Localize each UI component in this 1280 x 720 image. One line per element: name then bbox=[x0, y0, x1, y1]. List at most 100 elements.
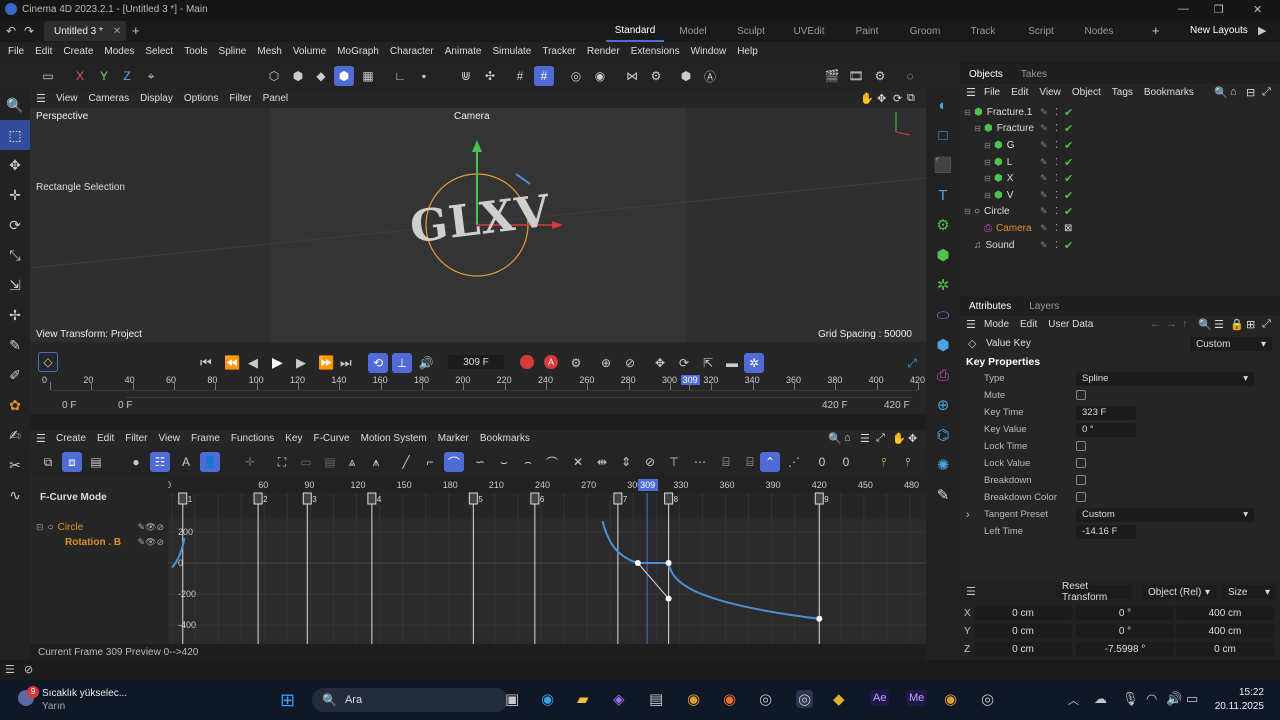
add-layout-icon[interactable]: + bbox=[1152, 23, 1160, 38]
sound-icon[interactable]: 🔊 bbox=[416, 353, 436, 373]
fcurve-menu-item[interactable]: View bbox=[158, 433, 180, 444]
menu-item[interactable]: Volume bbox=[293, 46, 326, 57]
object-row[interactable]: ⎙Camera✎⁚✔⊠ bbox=[960, 220, 1280, 237]
menu-item[interactable]: Edit bbox=[35, 46, 52, 57]
store-icon[interactable]: ▤ bbox=[649, 690, 663, 708]
render-settings-icon[interactable]: ⚙ bbox=[870, 66, 890, 86]
object-row[interactable]: ⊟ ○ Circle ✎ ⁚ ✔ bbox=[960, 204, 1280, 221]
auto-weighting-icon[interactable]: ⌃ bbox=[760, 452, 780, 472]
frame-selected-icon[interactable]: ▭ bbox=[296, 452, 316, 472]
object-row[interactable]: ⊟ ⬢ Fracture.1 ✎ ⁚ ✔ bbox=[960, 104, 1280, 121]
fcurve-graph[interactable]: 0 60 90 120 150 180 210 240 270 300 309 330 360 390 42… bbox=[168, 476, 926, 644]
windows-start-icon[interactable]: ⊞ bbox=[280, 690, 295, 711]
position-key-icon[interactable]: ⊕ bbox=[596, 353, 616, 373]
axis-mode-icon[interactable]: ∟ bbox=[390, 66, 410, 86]
sketch-icon[interactable]: ✐ bbox=[0, 360, 30, 390]
expand-icon[interactable]: ⊟ bbox=[964, 108, 974, 117]
viewport-menu-item[interactable]: View bbox=[56, 93, 78, 104]
battery-icon[interactable]: ▭ bbox=[1186, 691, 1198, 707]
zero-angle-icon[interactable]: ⊘ bbox=[640, 452, 660, 472]
text-filter-icon[interactable]: A bbox=[176, 452, 196, 472]
fcurve-hamburger-icon[interactable]: ☰ bbox=[36, 432, 46, 445]
generator-icon[interactable]: ⚙ bbox=[926, 210, 960, 240]
menu-item[interactable]: File bbox=[8, 46, 24, 57]
visibility-dots-icon[interactable]: ⁚ bbox=[1055, 140, 1058, 151]
edit-icon[interactable]: ✎ bbox=[1040, 140, 1048, 151]
objects-menu-item[interactable]: Bookmarks bbox=[1144, 87, 1194, 98]
objects-filter-icon[interactable]: ⊟ bbox=[1246, 86, 1255, 99]
param-key-icon[interactable]: ⟳ bbox=[674, 353, 694, 373]
attribute-checkbox[interactable] bbox=[1076, 475, 1086, 485]
expand-icon[interactable]: ⊟ bbox=[964, 207, 974, 216]
enabled-check-icon[interactable]: ✔ bbox=[1064, 122, 1073, 135]
object-row[interactable]: ⊟ ⬢ G ✎ ⁚ ✔ bbox=[960, 137, 1280, 154]
record-active-icon[interactable] bbox=[520, 355, 534, 369]
objects-menu-item[interactable]: Tags bbox=[1112, 87, 1133, 98]
panel-tab[interactable]: Takes bbox=[1012, 63, 1056, 85]
remove-overshoot-icon[interactable]: ⋯ bbox=[690, 452, 710, 472]
attributes-menu-item[interactable]: User Data bbox=[1048, 319, 1093, 330]
size-field[interactable]: 400 cm bbox=[1176, 624, 1274, 638]
visibility-dots-icon[interactable]: ⁚ bbox=[1055, 190, 1058, 201]
range-end-right[interactable]: 420 F bbox=[884, 400, 910, 411]
track-rotation-b[interactable]: Rotation . B ✎👁⊘ bbox=[36, 537, 164, 548]
menu-item[interactable]: Create bbox=[63, 46, 93, 57]
enabled-check-icon[interactable]: ✔ bbox=[1064, 205, 1073, 218]
expand-icon[interactable]: ⊟ bbox=[984, 191, 994, 200]
objects-search-icon[interactable]: 🔍 bbox=[1214, 86, 1228, 99]
enabled-check-icon[interactable]: ✔ bbox=[1064, 172, 1073, 185]
attributes-search-icon[interactable]: 🔍 bbox=[1198, 318, 1212, 331]
dope-sheet-icon[interactable]: ⧉ bbox=[38, 452, 58, 472]
step-interp-icon[interactable]: ⌐ bbox=[420, 452, 440, 472]
rotation-field[interactable]: 0 ° bbox=[1076, 624, 1174, 638]
fcurve-menu-item[interactable]: Bookmarks bbox=[480, 433, 530, 444]
expand-icon[interactable]: ⊟ bbox=[984, 141, 994, 150]
viewport-menu-item[interactable]: Options bbox=[184, 93, 218, 104]
viewport-menu-item[interactable]: Filter bbox=[229, 93, 251, 104]
visibility-dots-icon[interactable]: ⁚ bbox=[1055, 173, 1058, 184]
environment-icon[interactable]: ⬢ bbox=[926, 330, 960, 360]
move-view-icon[interactable]: ✥ bbox=[877, 92, 886, 105]
attribute-checkbox[interactable] bbox=[1076, 441, 1086, 451]
lock-x-icon[interactable]: X bbox=[70, 66, 90, 86]
viewport-menu-item[interactable]: Cameras bbox=[89, 93, 130, 104]
edges-mode-icon[interactable]: ⬢ bbox=[288, 66, 308, 86]
fcurve-menu-item[interactable]: Create bbox=[56, 433, 86, 444]
objects-hamburger-icon[interactable]: ☰ bbox=[966, 86, 976, 99]
points-mode-icon[interactable]: ⬡ bbox=[264, 66, 284, 86]
knife-icon[interactable]: ✂ bbox=[0, 450, 30, 480]
microphone-icon[interactable]: 🎙 bbox=[1122, 691, 1139, 707]
go-to-start-icon[interactable]: ⏮ bbox=[200, 355, 212, 371]
fcurve-mode-icon[interactable]: ⧈ bbox=[62, 452, 82, 472]
object-mode-icon[interactable]: ⬢ bbox=[334, 66, 354, 86]
cube-icon[interactable]: ⬛ bbox=[926, 150, 960, 180]
objects-menu-item[interactable]: Object bbox=[1072, 87, 1101, 98]
menu-item[interactable]: Tracker bbox=[542, 46, 576, 57]
file-explorer-icon[interactable]: ▰ bbox=[577, 690, 589, 708]
current-frame-field[interactable]: 309 F bbox=[448, 355, 504, 369]
size-field[interactable]: 0 cm bbox=[1176, 642, 1274, 656]
layout-tab[interactable]: UVEdit bbox=[780, 20, 838, 42]
app-task-icon[interactable]: ◆ bbox=[833, 690, 845, 708]
animation-mode-icon[interactable]: Ⓐ bbox=[700, 66, 720, 86]
spline-pen-icon[interactable]: ✎ bbox=[0, 330, 30, 360]
rectangle-selection-icon[interactable]: ⬚ bbox=[0, 120, 30, 150]
menu-item[interactable]: Character bbox=[390, 46, 434, 57]
pen-tool-icon[interactable]: ✎ bbox=[926, 480, 960, 510]
motion-system-icon[interactable]: ▬ bbox=[722, 353, 742, 373]
attribute-field[interactable]: 323 F bbox=[1076, 405, 1136, 420]
layout-tab[interactable]: Groom bbox=[896, 20, 954, 42]
fcurve-search-icon[interactable]: 🔍 bbox=[828, 432, 842, 445]
transform-icon[interactable]: ⇲ bbox=[0, 270, 30, 300]
maximize-button[interactable]: ❐ bbox=[1214, 3, 1224, 16]
menu-item[interactable]: Simulate bbox=[492, 46, 531, 57]
layout-tab[interactable]: Paint bbox=[838, 20, 896, 42]
sphere-icon[interactable]: ● bbox=[126, 452, 146, 472]
chrome-profile-icon[interactable]: ◉ bbox=[944, 690, 957, 708]
attribute-field[interactable]: -14.16 F bbox=[1076, 524, 1136, 539]
track-circle[interactable]: ⊟ ○ Circle ✎👁⊘ bbox=[36, 522, 164, 533]
size-field[interactable]: 400 cm bbox=[1176, 606, 1274, 620]
fcurve-menu-item[interactable]: Marker bbox=[438, 433, 469, 444]
edge-icon[interactable]: ◉ bbox=[541, 690, 554, 708]
range-end-left[interactable]: 420 F bbox=[822, 400, 848, 411]
